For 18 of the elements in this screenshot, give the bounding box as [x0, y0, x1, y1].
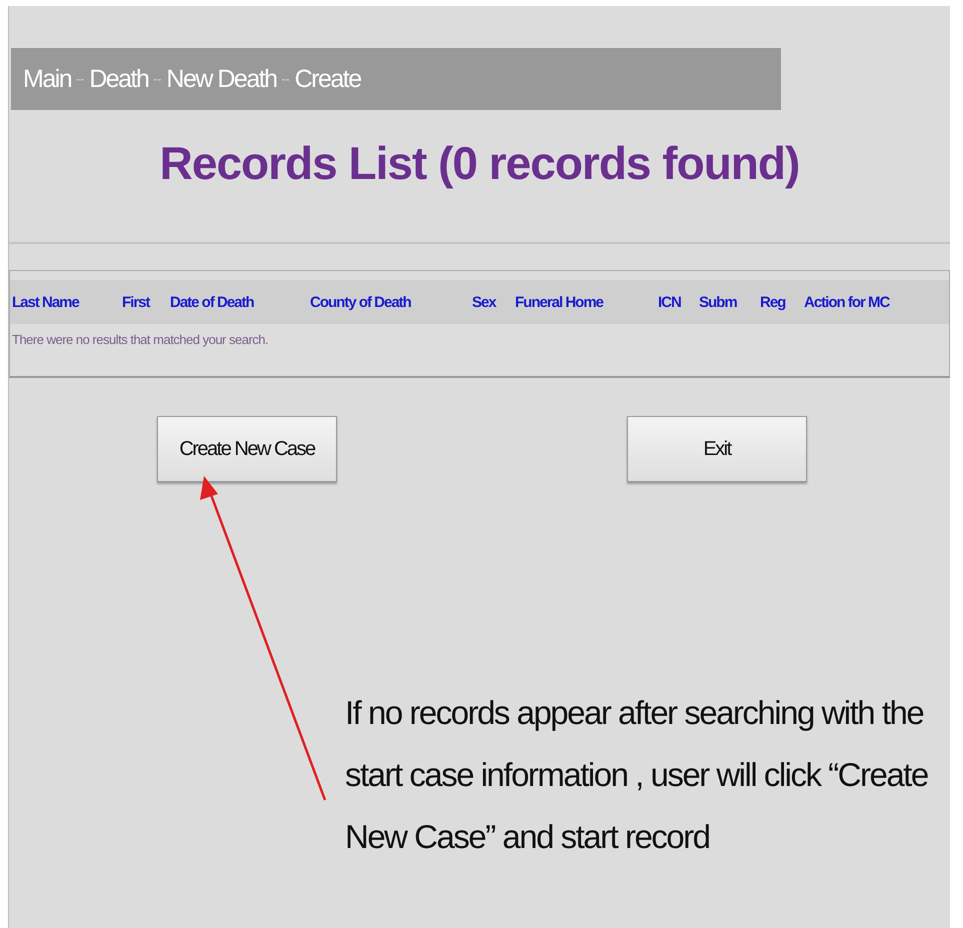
- action-button[interactable]: Create New Case: [157, 416, 337, 482]
- empty-message: There were no results that matched your search.: [11, 331, 270, 349]
- column-header[interactable]: Last Name: [12, 294, 122, 310]
- column-header[interactable]: ICN: [658, 294, 699, 310]
- column-header[interactable]: Reg: [760, 294, 804, 310]
- column-header[interactable]: Funeral Home: [515, 294, 658, 310]
- column-header[interactable]: Sex: [472, 294, 515, 310]
- column-header[interactable]: Action for MC: [804, 294, 914, 310]
- action-button[interactable]: Exit: [627, 416, 807, 482]
- annotation-text: If no records appear after searching with the start case information , user will click “Create New Case” and start record: [345, 693, 929, 857]
- column-header[interactable]: County of Death: [310, 294, 472, 310]
- breadcrumb-separator: --: [76, 72, 84, 86]
- breadcrumb-separator: --: [282, 72, 290, 86]
- column-header[interactable]: Date of Death: [170, 294, 310, 310]
- page-title: Records List (0 records found): [158, 136, 800, 191]
- breadcrumb-separator: --: [153, 72, 162, 86]
- column-header[interactable]: First: [122, 294, 170, 310]
- column-header[interactable]: Subm: [699, 294, 760, 310]
